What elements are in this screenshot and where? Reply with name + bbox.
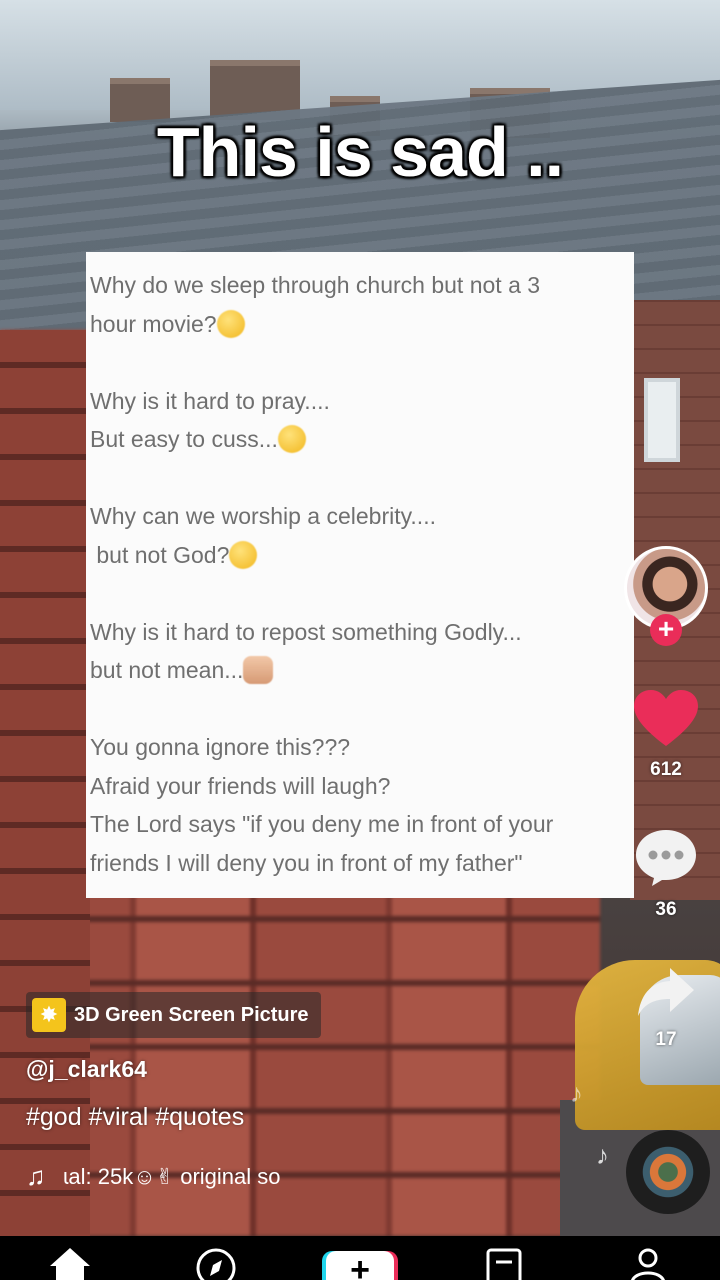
- music-disc-button[interactable]: [626, 1130, 710, 1214]
- nav-discover[interactable]: [194, 1246, 238, 1280]
- floating-music-note-icon: ♪: [596, 1140, 609, 1170]
- note-card: Why do we sleep through church but not a…: [86, 252, 634, 898]
- creator-avatar-button[interactable]: +: [624, 546, 708, 646]
- note-line: but not God?: [90, 536, 634, 575]
- note-line: Why do we sleep through church but not a…: [90, 272, 541, 298]
- note-line: Why is it hard to repost something Godly…: [90, 618, 522, 645]
- like-button[interactable]: 612: [626, 690, 706, 781]
- sparkle-icon: ✸: [32, 998, 66, 1032]
- floating-music-note-icon: ♪: [570, 1078, 583, 1108]
- note-line: But easy to cuss...: [90, 420, 634, 459]
- note-line: The Lord says "if you deny me in front o…: [90, 811, 554, 837]
- effect-tag[interactable]: ✸ 3D Green Screen Picture: [26, 992, 321, 1038]
- share-arrow-icon: [638, 968, 694, 1016]
- nav-profile[interactable]: [626, 1246, 670, 1280]
- heart-icon: [634, 690, 698, 746]
- comment-count: 36: [655, 899, 677, 920]
- grimace-emoji-icon: [229, 540, 258, 569]
- fist-emoji-icon: [243, 656, 274, 684]
- profile-icon: [631, 1248, 665, 1280]
- thinking-emoji-icon: [216, 309, 245, 338]
- effect-label: 3D Green Screen Picture: [74, 1003, 309, 1026]
- video-window: [644, 378, 680, 462]
- sound-ticker[interactable]: ♫ ɩal: 25k☺✌ original so: [26, 1161, 356, 1192]
- note-line: friends I will deny you in front of my f…: [90, 849, 523, 876]
- note-line: Why is it hard to pray....: [90, 387, 330, 414]
- comment-bubble-icon: [636, 830, 696, 886]
- note-line: You gonna ignore this???: [90, 734, 351, 760]
- creator-username[interactable]: @j_clark64: [26, 1056, 147, 1083]
- note-line: hour movie?: [90, 305, 634, 344]
- music-note-icon: ♫: [26, 1161, 46, 1191]
- video-brick-wall-edge: [0, 330, 90, 1236]
- note-line: Afraid your friends will laugh?: [90, 772, 391, 799]
- create-button[interactable]: +: [322, 1251, 398, 1280]
- sound-title: ɩal: 25k☺✌ original so: [63, 1163, 281, 1189]
- share-count: 17: [655, 1029, 677, 1050]
- follow-button[interactable]: +: [650, 614, 682, 646]
- note-line: but not mean...: [90, 651, 634, 690]
- share-button[interactable]: 17: [626, 966, 706, 1051]
- note-line: Why can we worship a celebrity....: [90, 503, 436, 529]
- inbox-icon: [486, 1248, 522, 1280]
- zipper-mouth-emoji-icon: [277, 425, 306, 453]
- video-caption[interactable]: #god #viral #quotes: [26, 1103, 244, 1132]
- nav-inbox[interactable]: [482, 1246, 526, 1280]
- like-count: 612: [650, 759, 682, 780]
- discover-icon: [196, 1248, 236, 1280]
- comment-button[interactable]: 36: [626, 828, 706, 921]
- video-headline: This is sad ..: [156, 113, 564, 191]
- plus-icon: +: [326, 1251, 394, 1280]
- nav-home[interactable]: [48, 1246, 92, 1280]
- home-icon: [50, 1248, 90, 1280]
